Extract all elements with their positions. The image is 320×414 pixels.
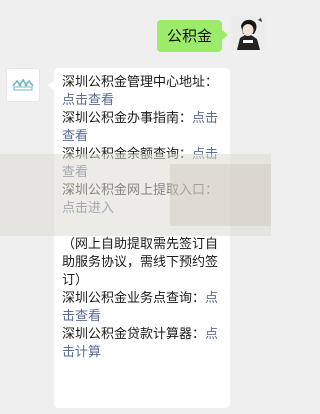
item-label: 深圳公积金余额查询： bbox=[62, 147, 193, 162]
item-label: 深圳公积金办事指南： bbox=[62, 111, 193, 126]
item-label: 深圳公积金网上提取入口： bbox=[62, 183, 219, 198]
user-avatar[interactable] bbox=[231, 16, 265, 50]
item-label: 深圳公积金管理中心地址： bbox=[62, 75, 219, 90]
incoming-message-bubble: 深圳公积金管理中心地址： 点击查看 深圳公积金办事指南：点击查看 深圳公积金余额查… bbox=[48, 68, 230, 408]
item-label: 深圳公积金业务点查询： bbox=[62, 291, 206, 306]
list-item: 深圳公积金管理中心地址： 点击查看 bbox=[62, 74, 222, 110]
incoming-message-row: 深圳公积金管理中心地址： 点击查看 深圳公积金办事指南：点击查看 深圳公积金余额查… bbox=[6, 68, 230, 408]
list-item: 深圳公积金余额查询：点击查看 bbox=[62, 146, 222, 182]
list-item: 深圳公积金办事指南：点击查看 bbox=[62, 110, 222, 146]
enter-withdrawal-link[interactable]: 点击进入 bbox=[62, 201, 114, 216]
list-item: 深圳公积金贷款计算器：点击计算 bbox=[62, 326, 222, 362]
withdrawal-note: （网上自助提取需先签订自助服务协议，需线下预约签订） bbox=[62, 237, 219, 288]
list-item: 深圳公积金业务点查询：点击查看 bbox=[62, 290, 222, 326]
view-address-link[interactable]: 点击查看 bbox=[62, 93, 114, 108]
outgoing-message-row: 公积金 bbox=[156, 16, 265, 52]
user-avatar-illustration-icon bbox=[231, 16, 265, 50]
item-label: 深圳公积金贷款计算器： bbox=[62, 327, 206, 342]
outgoing-message-text: 公积金 bbox=[166, 27, 212, 45]
housing-fund-logo-icon bbox=[12, 78, 34, 91]
outgoing-message-bubble[interactable]: 公积金 bbox=[156, 20, 229, 52]
chat-screen: 公积金 深圳公积金管理中心地址：点击查看 深圳公积金办事指南：点击查看 深圳公积… bbox=[0, 0, 271, 414]
bot-avatar[interactable] bbox=[6, 68, 40, 102]
list-item: 深圳公积金网上提取入口： 点击进入 bbox=[62, 182, 222, 218]
